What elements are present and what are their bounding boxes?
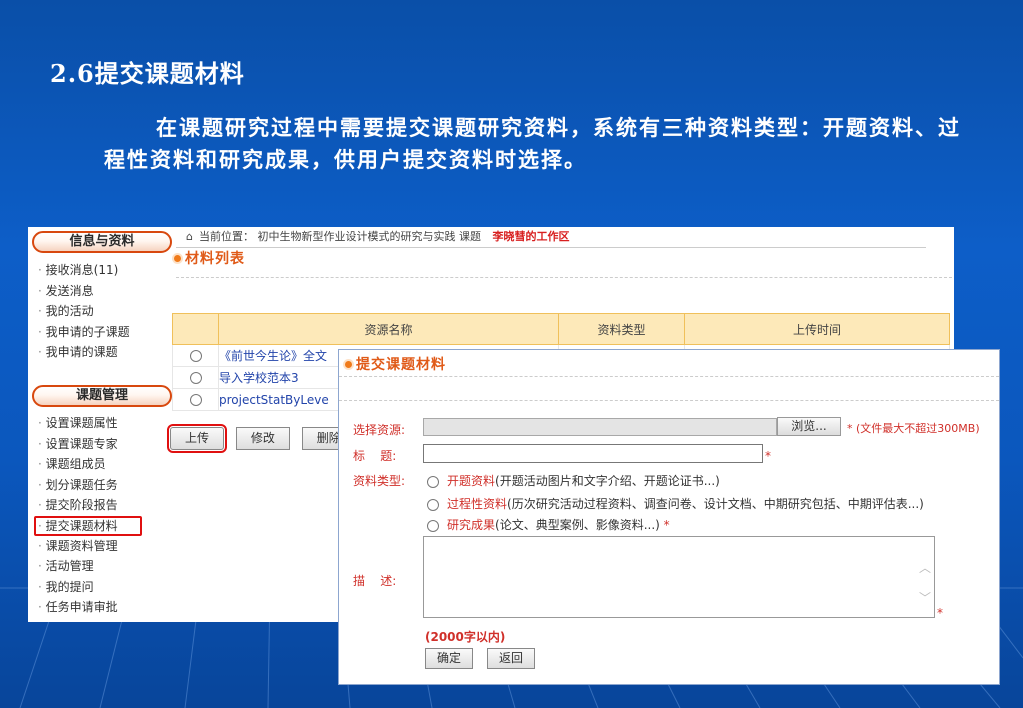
material-list-title: 材料列表: [172, 248, 245, 268]
slide-title: 2.6提交课题材料: [50, 59, 245, 88]
confirm-button[interactable]: 确定: [425, 648, 474, 669]
description-textarea[interactable]: ︿ ﹀: [423, 536, 935, 618]
divider: [339, 400, 999, 401]
type-option-process[interactable]: 过程性资料(历次研究活动过程资料、调查问卷、设计文档、中期研究包括、中期评估表.…: [427, 495, 924, 512]
edit-button[interactable]: 修改: [235, 427, 290, 450]
required-mark: *: [765, 449, 771, 463]
sidebar-header-info[interactable]: 信息与资料: [32, 231, 172, 253]
table-header-row: 资源名称 资料类型 上传时间: [172, 313, 950, 345]
type-radio[interactable]: [427, 498, 439, 511]
bullet-icon: [172, 253, 183, 264]
sidebar-header-topic-management[interactable]: 课题管理: [32, 385, 172, 407]
resource-label: 选择资源:: [353, 423, 406, 437]
sidebar: 信息与资料 接收消息(11) 发送消息 我的活动 我申请的子课题 我申请的课题 …: [28, 227, 172, 622]
type-radio[interactable]: [427, 475, 439, 488]
sidebar-item-inbox[interactable]: 接收消息(11): [38, 260, 168, 281]
sidebar-item-divide-tasks[interactable]: 划分课题任务: [38, 475, 168, 496]
sidebar-item-stage-report[interactable]: 提交阶段报告: [38, 495, 168, 516]
back-button[interactable]: 返回: [487, 648, 536, 669]
sidebar-item-my-subtopics[interactable]: 我申请的子课题: [38, 322, 168, 343]
table-header-type: 资料类型: [558, 313, 685, 345]
scrollbar[interactable]: ︿ ﹀: [919, 553, 931, 613]
divider: [339, 376, 999, 377]
sidebar-item-my-topics[interactable]: 我申请的课题: [38, 342, 168, 363]
table-actions: 上传 修改 删除: [166, 424, 364, 453]
description-label: 描 述:: [353, 574, 397, 588]
type-label: 资料类型:: [353, 474, 406, 488]
row-radio[interactable]: [189, 350, 202, 362]
breadcrumb-prefix: 当前位置：: [198, 230, 254, 243]
required-mark: *: [937, 606, 943, 620]
file-path-input[interactable]: [423, 418, 777, 436]
table-header-upload-time: 上传时间: [684, 313, 950, 345]
type-radio[interactable]: [427, 519, 439, 532]
sidebar-item-submit-materials[interactable]: 提交课题材料: [34, 515, 142, 536]
sidebar-item-team-members[interactable]: 课题组成员: [38, 454, 168, 475]
dialog-title: 提交课题材料: [343, 354, 446, 374]
type-option-opening[interactable]: 开题资料(开题活动图片和文字介绍、开题论证书...): [427, 472, 720, 489]
browse-button[interactable]: 浏览...: [777, 417, 841, 436]
breadcrumb-workspace[interactable]: 李晓彗的工作区: [492, 230, 569, 243]
sidebar-item-send-message[interactable]: 发送消息: [38, 281, 168, 302]
sidebar-item-my-activities[interactable]: 我的活动: [38, 301, 168, 322]
bullet-icon: [343, 359, 354, 370]
sidebar-item-my-questions[interactable]: 我的提问: [38, 577, 168, 598]
character-limit-note: (2000字以内): [425, 630, 506, 644]
submit-material-dialog: 提交课题材料 选择资源: 浏览... * (文件最大不超过300MB) 标 题:…: [338, 349, 1000, 685]
slide-paragraph: 在课题研究过程中需要提交课题研究资料，系统有三种资料类型：开题资料、过程性资料和…: [104, 115, 961, 172]
table-header-name: 资源名称: [218, 313, 559, 345]
home-icon[interactable]: ⌂: [186, 230, 193, 243]
scroll-up-icon[interactable]: ︿: [919, 561, 931, 575]
divider: [176, 277, 952, 278]
sidebar-list-topic-management: 设置课题属性 设置课题专家 课题组成员 划分课题任务 提交阶段报告 提交课题材料…: [34, 413, 168, 618]
sidebar-item-activity-management[interactable]: 活动管理: [38, 556, 168, 577]
row-radio[interactable]: [189, 394, 202, 406]
sidebar-list-info: 接收消息(11) 发送消息 我的活动 我申请的子课题 我申请的课题: [38, 260, 168, 363]
sidebar-item-topic-experts[interactable]: 设置课题专家: [38, 434, 168, 455]
title-input[interactable]: [423, 444, 763, 463]
scroll-down-icon[interactable]: ﹀: [919, 591, 931, 605]
file-size-note: * (文件最大不超过300MB): [847, 422, 980, 435]
type-option-results[interactable]: 研究成果(论文、典型案例、影像资料...) *: [427, 516, 670, 533]
breadcrumb-path[interactable]: 初中生物新型作业设计模式的研究与实践 课题: [257, 230, 481, 243]
sidebar-item-topic-attributes[interactable]: 设置课题属性: [38, 413, 168, 434]
table-header-select: [172, 313, 219, 345]
row-radio[interactable]: [189, 372, 202, 384]
upload-button[interactable]: 上传: [166, 424, 228, 453]
title-label: 标 题:: [353, 449, 397, 463]
sidebar-item-material-management[interactable]: 课题资料管理: [38, 536, 168, 557]
breadcrumb: ⌂ 当前位置： 初中生物新型作业设计模式的研究与实践 课题 李晓彗的工作区: [176, 227, 926, 248]
sidebar-item-task-approval[interactable]: 任务申请审批: [38, 597, 168, 618]
